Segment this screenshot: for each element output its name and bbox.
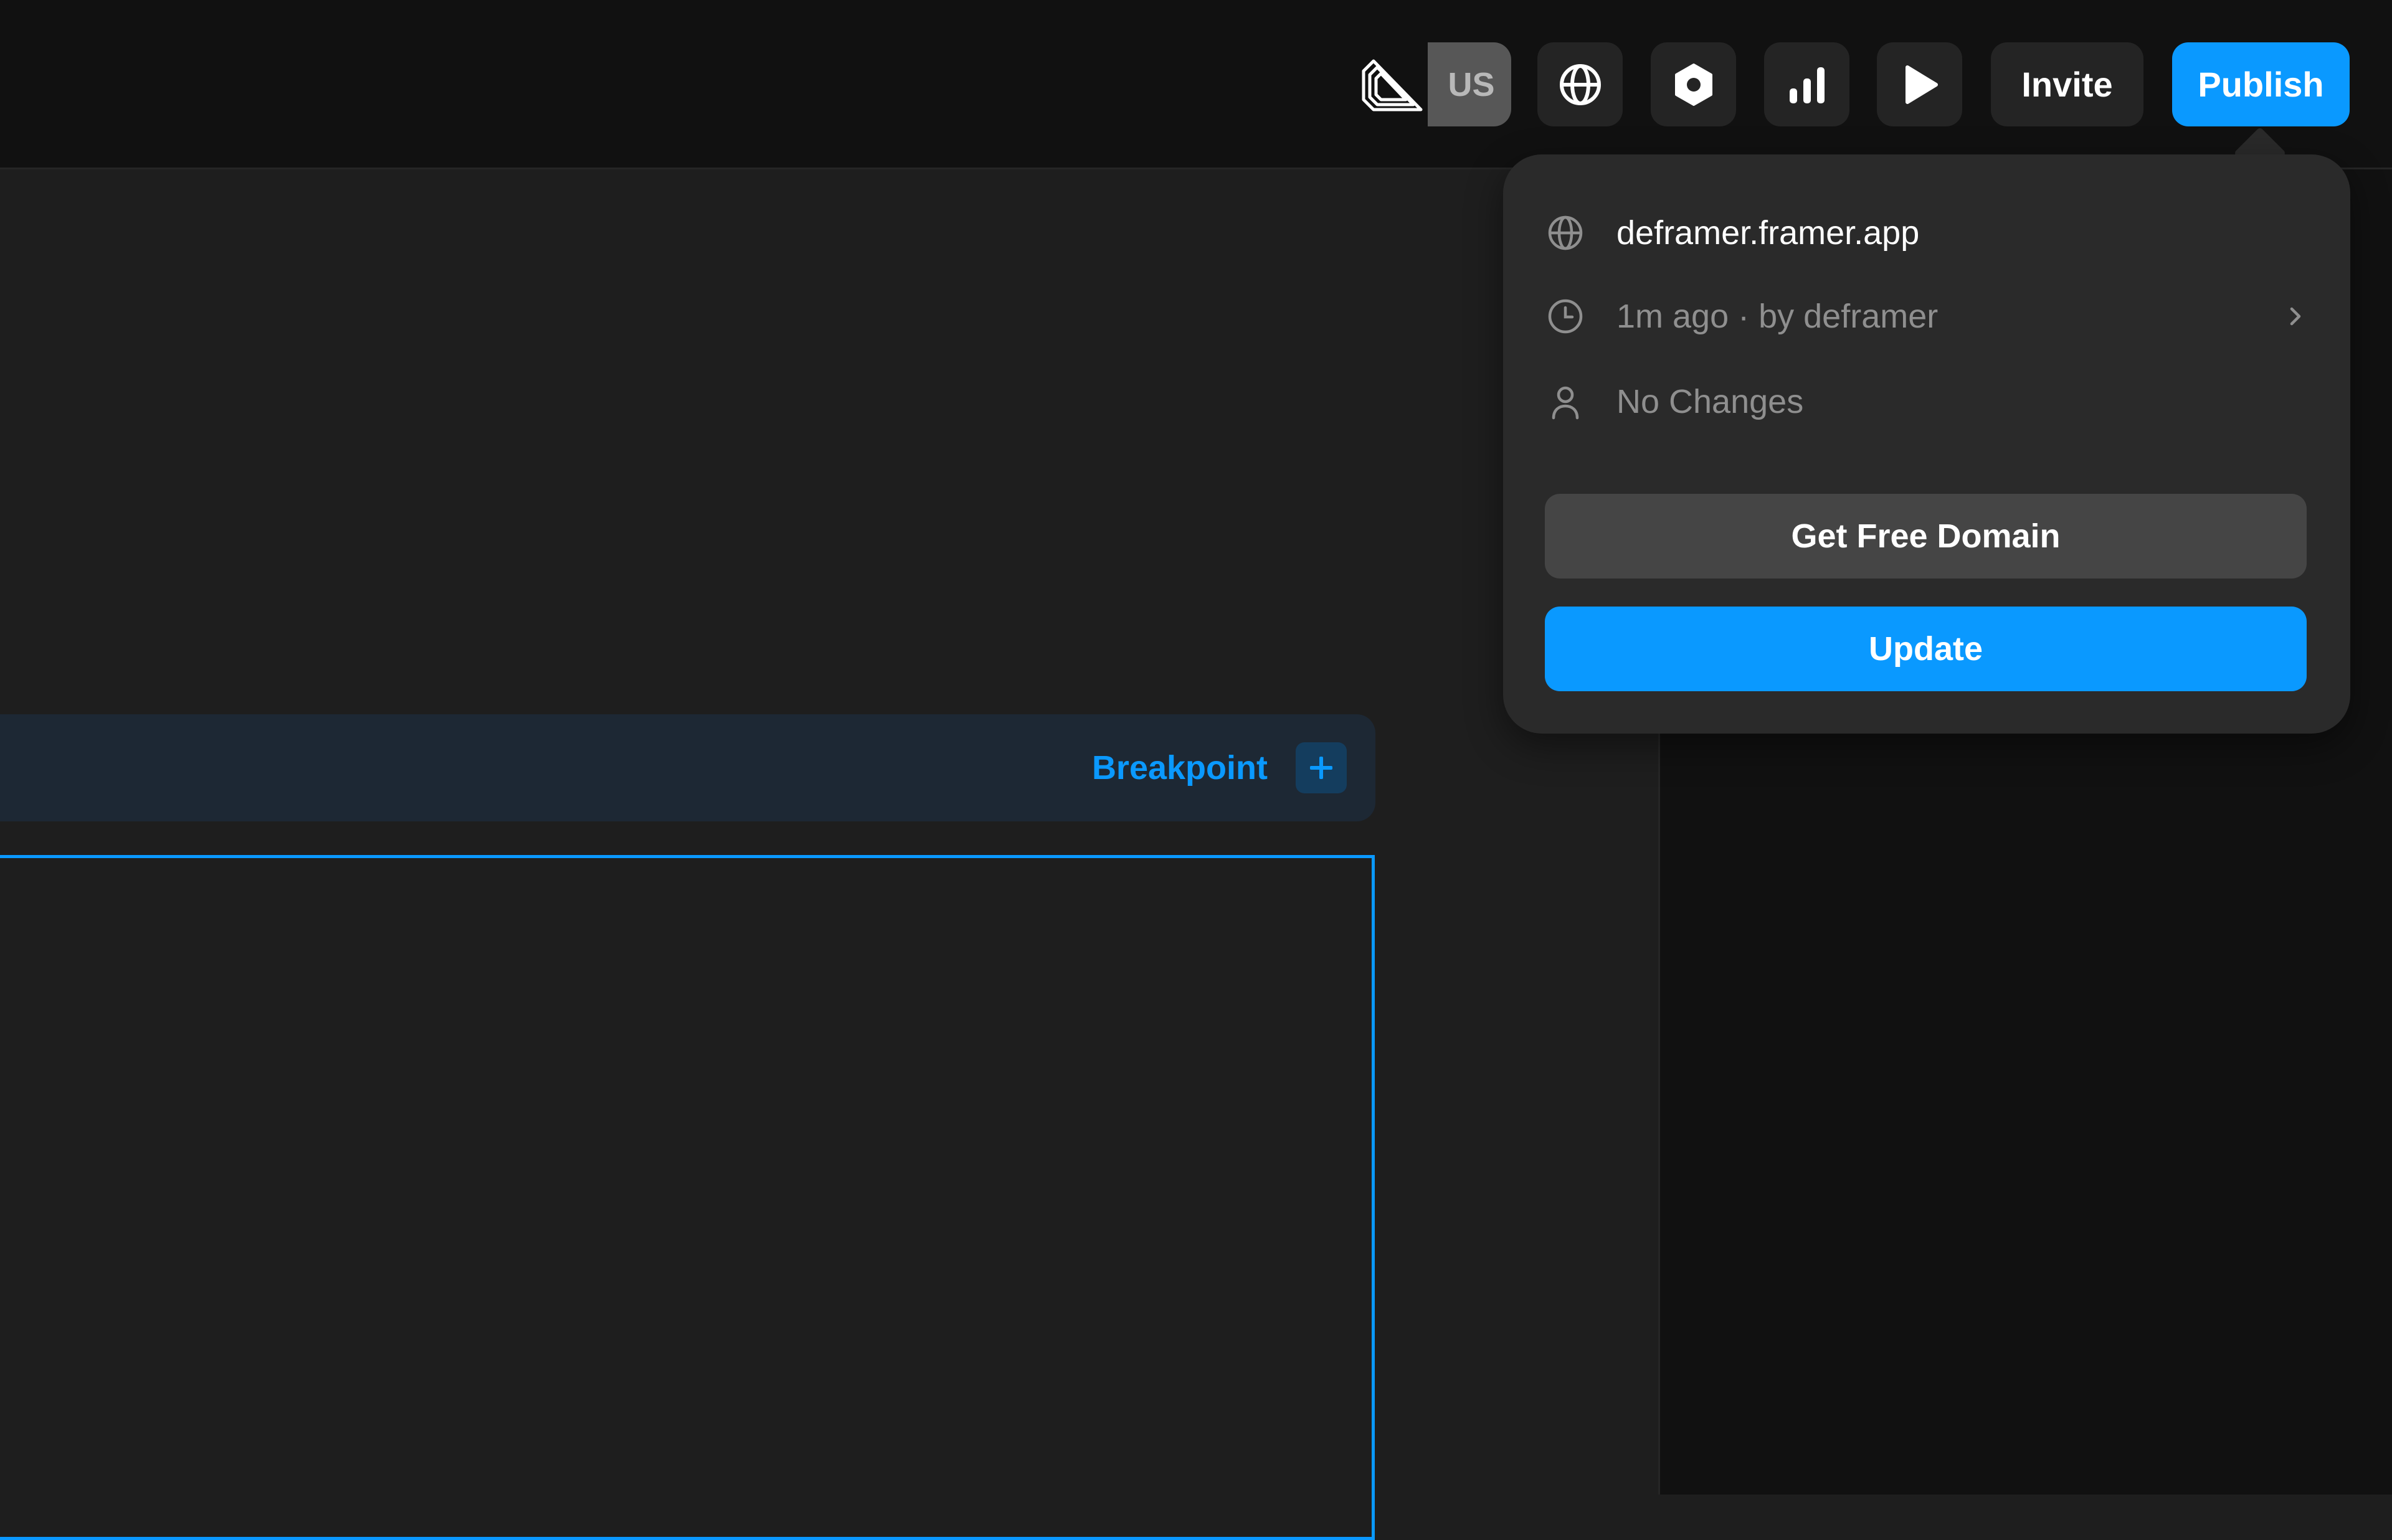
framer-layers-logo-icon — [1362, 59, 1423, 111]
site-domain-text: deframer.framer.app — [1616, 214, 1920, 252]
publish-history-row[interactable]: 1m ago · by deframer — [1545, 285, 2315, 347]
changes-status-text: No Changes — [1616, 383, 1804, 420]
breakpoint-bar: Breakpoint — [0, 714, 1375, 821]
domain-link[interactable]: deframer.framer.app — [1545, 202, 2315, 264]
analytics-button[interactable] — [1764, 42, 1849, 126]
settings-button[interactable] — [1651, 42, 1736, 126]
settings-hex-icon — [1674, 63, 1712, 106]
breakpoint-label[interactable]: Breakpoint — [1092, 714, 1268, 821]
play-icon — [1905, 65, 1938, 104]
plus-icon — [1310, 757, 1332, 779]
top-toolbar: US Invite Publish — [0, 0, 2392, 169]
selected-frame-outline[interactable] — [0, 855, 1375, 1540]
last-published-text: 1m ago · by deframer — [1616, 298, 1939, 335]
publish-button[interactable]: Publish — [2172, 42, 2350, 126]
preview-button[interactable] — [1877, 42, 1962, 126]
invite-button[interactable]: Invite — [1991, 42, 2143, 126]
site-settings-button[interactable] — [1537, 42, 1623, 126]
chevron-right-icon — [2276, 296, 2315, 336]
person-icon — [1545, 382, 1585, 422]
update-button[interactable]: Update — [1545, 607, 2307, 691]
globe-small-icon — [1545, 213, 1585, 253]
user-avatar[interactable]: US — [1428, 42, 1511, 126]
analytics-bars-icon — [1789, 67, 1825, 103]
get-free-domain-button[interactable]: Get Free Domain — [1545, 494, 2307, 579]
clock-icon — [1545, 296, 1585, 336]
globe-icon — [1559, 64, 1601, 105]
changes-status-row: No Changes — [1545, 371, 2315, 433]
publish-popover: deframer.framer.app 1m ago · by deframer — [1503, 154, 2350, 734]
add-breakpoint-button[interactable] — [1296, 742, 1347, 793]
